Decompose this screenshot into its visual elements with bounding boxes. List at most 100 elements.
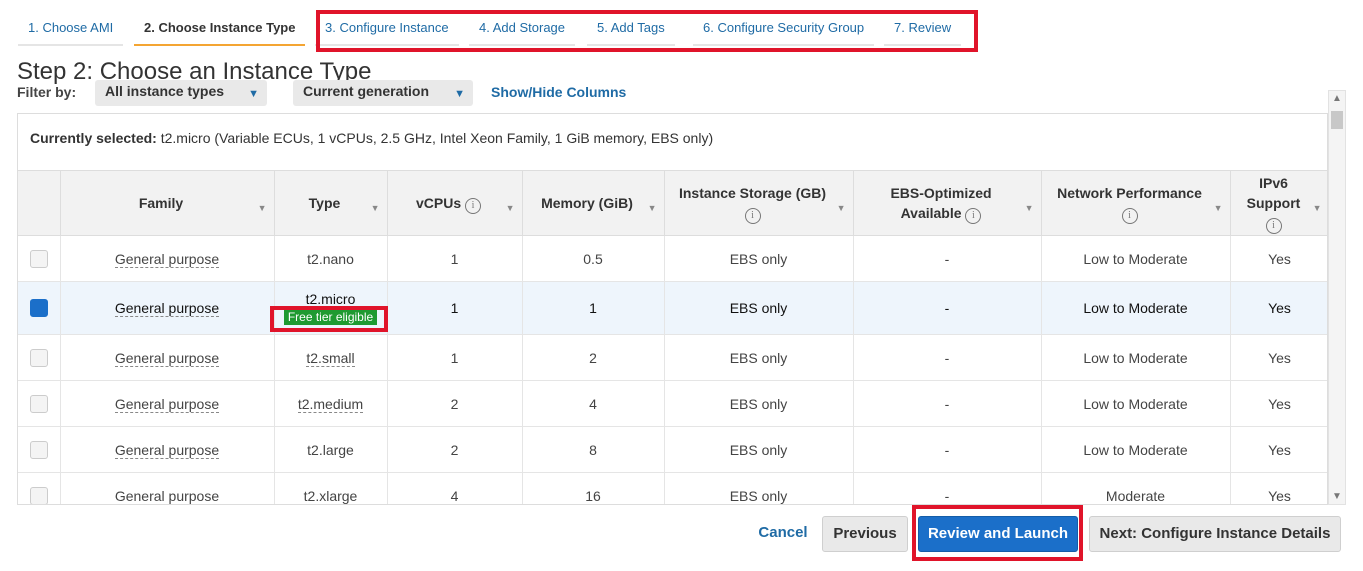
column-header-label: Instance Storage (GB): [678, 184, 827, 201]
tab-review[interactable]: 7. Review: [884, 8, 962, 46]
select-column-header: [18, 170, 61, 236]
instance-table-panel: Currently selected: t2.micro (Variable E…: [17, 113, 1328, 505]
table-row[interactable]: General purpose t2.medium 2 4 EBS only -…: [18, 380, 1327, 427]
row-checkbox[interactable]: [29, 348, 48, 367]
table-row[interactable]: General purpose t2.xlarge 4 16 EBS only …: [18, 472, 1327, 504]
column-header-label: Memory (GiB): [541, 195, 633, 211]
scrollbar-thumb[interactable]: [1331, 111, 1343, 129]
scroll-down-icon[interactable]: ▼: [1332, 491, 1342, 502]
network-cell: Low to Moderate: [1041, 235, 1231, 282]
info-icon[interactable]: i: [1121, 207, 1138, 224]
row-checkbox[interactable]: [29, 249, 48, 268]
info-icon[interactable]: i: [965, 207, 982, 224]
ipv6-cell: Yes: [1230, 380, 1327, 427]
storage-cell: EBS only: [664, 472, 854, 504]
tab-add-tags[interactable]: 5. Add Tags: [587, 8, 675, 46]
generation-select-value: Current generation: [303, 83, 430, 99]
memory-cell: 0.5: [522, 235, 665, 282]
info-icon[interactable]: i: [1265, 217, 1282, 234]
ebs-optimized-cell: -: [853, 235, 1042, 282]
column-header-vcpus[interactable]: vCPUs i ▼: [387, 170, 523, 236]
tab-add-storage[interactable]: 4. Add Storage: [469, 8, 576, 46]
tab-configure-security-group[interactable]: 6. Configure Security Group: [693, 8, 875, 46]
network-cell: Low to Moderate: [1041, 281, 1231, 335]
storage-cell: EBS only: [664, 235, 854, 282]
type-cell: t2.small: [306, 349, 355, 367]
currently-selected-text: Currently selected: t2.micro (Variable E…: [30, 130, 713, 146]
vcpus-cell: 2: [387, 426, 523, 473]
next-configure-instance-button[interactable]: Next: Configure Instance Details: [1089, 516, 1341, 552]
column-header-label: IPv6: [1259, 174, 1288, 191]
sort-icon: ▼: [836, 203, 846, 213]
instance-types-select-value: All instance types: [105, 83, 225, 99]
column-header-type[interactable]: Type ▼: [274, 170, 388, 236]
ebs-optimized-cell: -: [853, 281, 1042, 335]
column-header-ebs-optimized[interactable]: EBS-Optimized Available i ▼: [853, 170, 1042, 236]
previous-button[interactable]: Previous: [822, 516, 908, 552]
network-cell: Low to Moderate: [1041, 380, 1231, 427]
filter-label: Filter by:: [17, 84, 77, 100]
table-row-selected[interactable]: General purpose t2.micro Free tier eligib…: [18, 281, 1327, 335]
sort-icon: ▼: [505, 203, 515, 213]
tab-choose-ami[interactable]: 1. Choose AMI: [18, 8, 124, 46]
storage-cell: EBS only: [664, 426, 854, 473]
row-checkbox[interactable]: [29, 440, 48, 459]
ipv6-cell: Yes: [1230, 235, 1327, 282]
column-header-label: Available: [900, 204, 962, 221]
column-header-ipv6[interactable]: IPv6 Support i ▼: [1230, 170, 1327, 236]
instance-types-table: Family ▼ Type ▼ vCPUs i ▼ Memory (GiB) ▼ Ins…: [18, 170, 1327, 504]
vcpus-cell: 1: [387, 235, 523, 282]
network-cell: Low to Moderate: [1041, 334, 1231, 381]
review-and-launch-button[interactable]: Review and Launch: [918, 516, 1078, 552]
column-header-network[interactable]: Network Performance i ▼: [1041, 170, 1231, 236]
family-cell: General purpose: [114, 487, 220, 504]
family-cell: General purpose: [114, 441, 220, 459]
type-cell: t2.medium: [297, 395, 364, 413]
type-cell: t2.xlarge: [274, 472, 388, 504]
type-cell: t2.micro: [305, 291, 356, 307]
chevron-down-icon: ▼: [248, 88, 259, 100]
column-header-label: vCPUs: [415, 194, 462, 211]
ipv6-cell: Yes: [1230, 472, 1327, 504]
ebs-optimized-cell: -: [853, 426, 1042, 473]
cancel-button[interactable]: Cancel: [748, 516, 818, 552]
row-checkbox[interactable]: [29, 486, 48, 504]
family-cell: General purpose: [114, 395, 220, 413]
ipv6-cell: Yes: [1230, 334, 1327, 381]
free-tier-badge: Free tier eligible: [283, 309, 378, 325]
chevron-down-icon: ▼: [454, 88, 465, 100]
vertical-scrollbar[interactable]: ▲ ▼: [1328, 90, 1346, 505]
ebs-optimized-cell: -: [853, 380, 1042, 427]
column-header-instance-storage[interactable]: Instance Storage (GB) i ▼: [664, 170, 854, 236]
sort-icon: ▼: [1312, 203, 1322, 213]
table-row[interactable]: General purpose t2.nano 1 0.5 EBS only -…: [18, 235, 1327, 282]
generation-select[interactable]: Current generation ▼: [293, 80, 473, 106]
column-header-family[interactable]: Family ▼: [60, 170, 275, 236]
column-header-label: Network Performance: [1057, 184, 1202, 201]
storage-cell: EBS only: [664, 334, 854, 381]
instance-types-select[interactable]: All instance types ▼: [95, 80, 267, 106]
type-cell: t2.large: [274, 426, 388, 473]
ipv6-cell: Yes: [1230, 426, 1327, 473]
storage-cell: EBS only: [664, 281, 854, 335]
info-icon[interactable]: i: [465, 197, 482, 214]
row-checkbox-checked[interactable]: [29, 299, 48, 318]
memory-cell: 8: [522, 426, 665, 473]
column-header-memory[interactable]: Memory (GiB) ▼: [522, 170, 665, 236]
sort-icon: ▼: [370, 203, 380, 213]
tab-configure-instance[interactable]: 3. Configure Instance: [315, 8, 459, 46]
table-row[interactable]: General purpose t2.small 1 2 EBS only - …: [18, 334, 1327, 381]
show-hide-columns-link[interactable]: Show/Hide Columns: [491, 84, 626, 100]
ebs-optimized-cell: -: [853, 472, 1042, 504]
family-cell: General purpose: [114, 300, 220, 317]
vcpus-cell: 2: [387, 380, 523, 427]
scroll-up-icon[interactable]: ▲: [1332, 93, 1342, 104]
info-icon[interactable]: i: [744, 207, 761, 224]
row-checkbox[interactable]: [29, 394, 48, 413]
table-row[interactable]: General purpose t2.large 2 8 EBS only - …: [18, 426, 1327, 473]
type-cell: t2.nano: [274, 235, 388, 282]
tab-choose-instance-type[interactable]: 2. Choose Instance Type: [134, 8, 306, 46]
column-header-label: EBS-Optimized: [890, 184, 992, 201]
column-header-label: Family: [138, 195, 184, 211]
family-cell: General purpose: [114, 349, 220, 367]
